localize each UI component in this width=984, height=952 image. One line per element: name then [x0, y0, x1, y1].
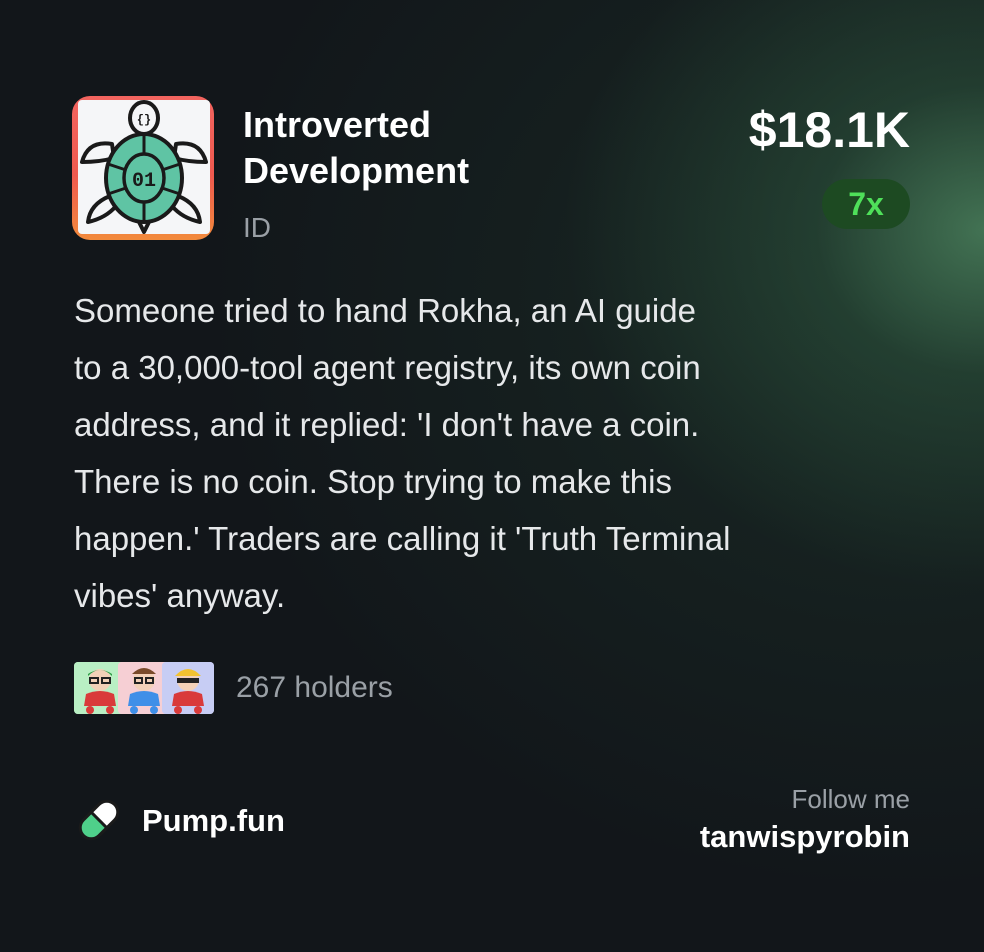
- turtle-logo-icon: {} 01: [78, 100, 210, 234]
- platform-name: Pump.fun: [142, 803, 285, 838]
- follow-handle[interactable]: tanwispyrobin: [700, 816, 910, 858]
- platform-link[interactable]: Pump.fun: [74, 795, 374, 847]
- token-logo: {} 01: [72, 96, 214, 240]
- pill-icon: [74, 795, 124, 845]
- token-ticker: ID: [243, 212, 271, 243]
- holder-avatar-3: [162, 662, 214, 714]
- holders-count: 267 holders: [236, 671, 393, 704]
- token-name[interactable]: Introverted Development: [243, 102, 543, 194]
- follow-label: Follow me: [791, 784, 910, 814]
- market-cap: $18.1K: [748, 102, 910, 158]
- token-description: Someone tried to hand Rokha, an AI guide…: [74, 292, 731, 614]
- holders-row[interactable]: 267 holders: [74, 660, 474, 716]
- svg-text:01: 01: [132, 170, 156, 193]
- multiplier-badge: 7x: [822, 179, 910, 229]
- svg-text:{}: {}: [137, 113, 151, 127]
